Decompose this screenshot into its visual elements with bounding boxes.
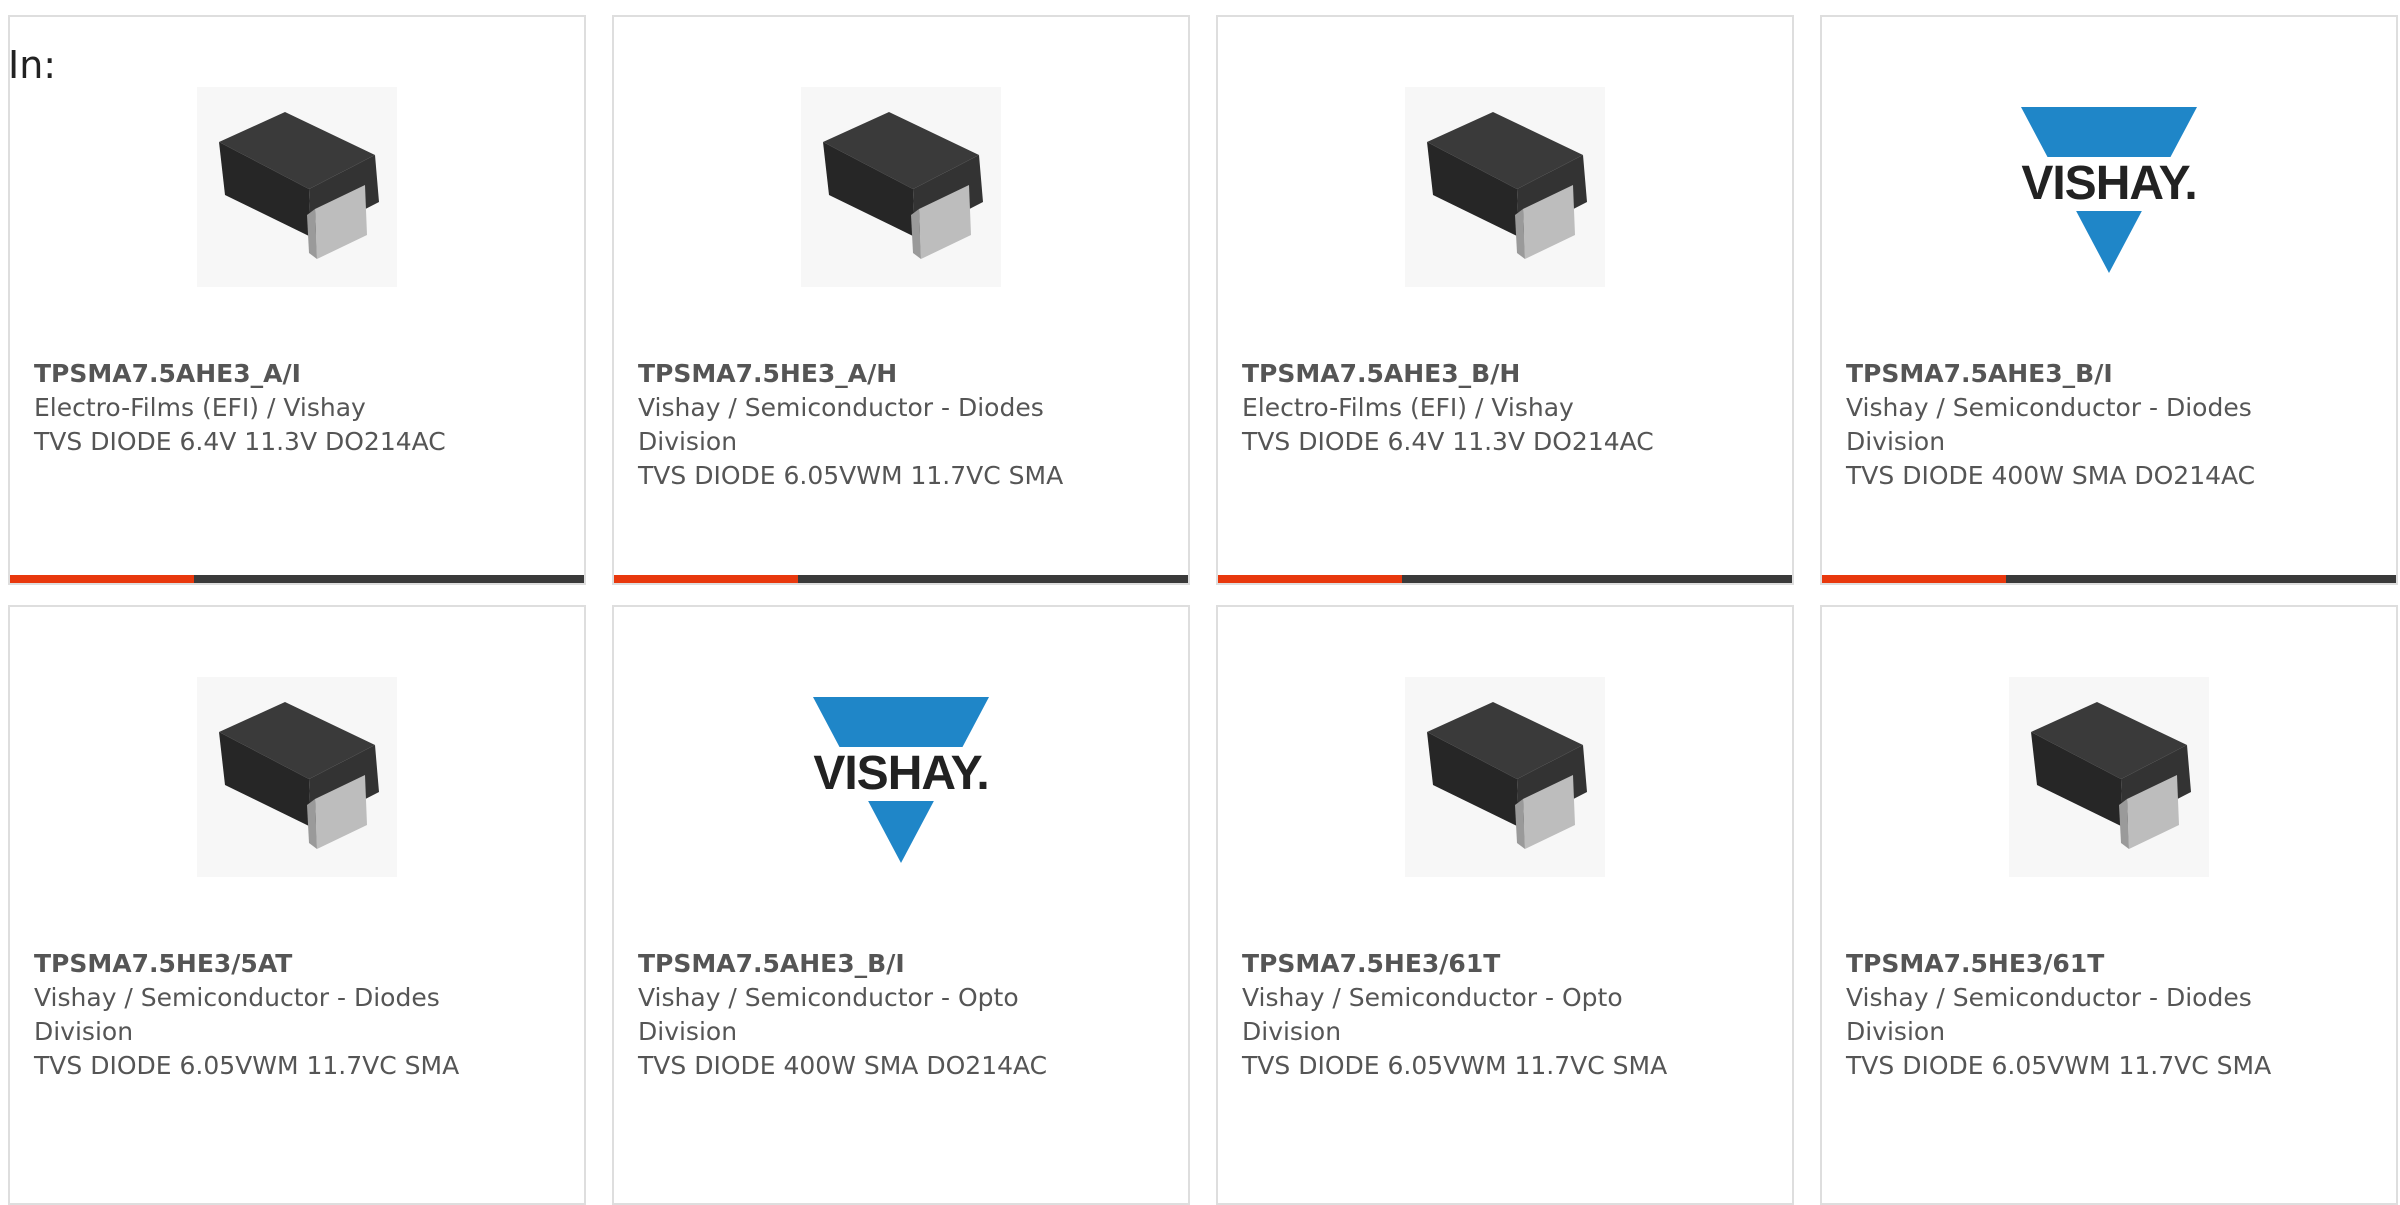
product-card[interactable]: TPSMA7.5AHE3_A/I Electro-Films (EFI) / Vi… [8, 15, 586, 585]
product-description: TVS DIODE 6.05VWM 11.7VC SMA [1242, 1051, 1668, 1080]
product-card[interactable]: TPSMA7.5HE3/61T Vishay / Semiconductor - … [1820, 605, 2398, 1205]
product-info: TPSMA7.5HE3/5AT Vishay / Semiconductor - … [34, 947, 560, 1083]
product-info: TPSMA7.5AHE3_B/I Vishay / Semiconductor -… [1846, 357, 2372, 493]
part-number-link[interactable]: TPSMA7.5AHE3_B/I [638, 947, 1164, 981]
part-number-link[interactable]: TPSMA7.5HE3/5AT [34, 947, 560, 981]
manufacturer-name: Electro-Films (EFI) / Vishay [1242, 393, 1574, 422]
product-description: TVS DIODE 400W SMA DO214AC [1846, 461, 2256, 490]
product-description: TVS DIODE 6.4V 11.3V DO214AC [1242, 427, 1654, 456]
card-bottom-bar [614, 575, 1188, 583]
manufacturer-name: Vishay / Semiconductor - Diodes Division [34, 983, 440, 1046]
product-info: TPSMA7.5HE3/61T Vishay / Semiconductor - … [1846, 947, 2372, 1083]
part-number-link[interactable]: TPSMA7.5AHE3_B/H [1242, 357, 1768, 391]
sma-diode-package-icon[interactable] [1405, 87, 1605, 287]
product-info: TPSMA7.5AHE3_A/I Electro-Films (EFI) / Vi… [34, 357, 560, 459]
product-card[interactable]: TPSMA7.5HE3/61T Vishay / Semiconductor - … [1216, 605, 1794, 1205]
card-accent-bar [1822, 575, 2006, 583]
manufacturer-name: Vishay / Semiconductor - Diodes Division [1846, 983, 2252, 1046]
card-accent-bar [10, 575, 194, 583]
product-card[interactable]: VISHAY. TPSMA7.5AHE3_B/I Vishay / Semicon… [612, 605, 1190, 1205]
product-description: TVS DIODE 6.05VWM 11.7VC SMA [1846, 1051, 2272, 1080]
part-number-link[interactable]: TPSMA7.5AHE3_A/I [34, 357, 560, 391]
product-card[interactable]: TPSMA7.5AHE3_B/H Electro-Films (EFI) / Vi… [1216, 15, 1794, 585]
product-card[interactable]: TPSMA7.5HE3/5AT Vishay / Semiconductor - … [8, 605, 586, 1205]
product-info: TPSMA7.5HE3/61T Vishay / Semiconductor - … [1242, 947, 1768, 1083]
card-bottom-bar [10, 575, 584, 583]
product-description: TVS DIODE 6.4V 11.3V DO214AC [34, 427, 446, 456]
part-number-link[interactable]: TPSMA7.5HE3/61T [1242, 947, 1768, 981]
manufacturer-name: Vishay / Semiconductor - Diodes Division [1846, 393, 2252, 456]
product-description: TVS DIODE 6.05VWM 11.7VC SMA [638, 461, 1064, 490]
product-card[interactable]: TPSMA7.5HE3_A/H Vishay / Semiconductor - … [612, 15, 1190, 585]
sma-diode-package-icon[interactable] [197, 87, 397, 287]
manufacturer-name: Vishay / Semiconductor - Opto Division [638, 983, 1019, 1046]
product-grid: TPSMA7.5AHE3_A/I Electro-Films (EFI) / Vi… [8, 15, 2398, 1205]
product-description: TVS DIODE 6.05VWM 11.7VC SMA [34, 1051, 460, 1080]
sma-diode-package-icon[interactable] [1405, 677, 1605, 877]
sma-diode-package-icon[interactable] [801, 87, 1001, 287]
card-bottom-bar [1822, 575, 2396, 583]
product-info: TPSMA7.5HE3_A/H Vishay / Semiconductor - … [638, 357, 1164, 493]
product-info: TPSMA7.5AHE3_B/I Vishay / Semiconductor -… [638, 947, 1164, 1083]
part-number-link[interactable]: TPSMA7.5AHE3_B/I [1846, 357, 2372, 391]
vishay-logo-icon[interactable]: VISHAY. [2009, 87, 2209, 287]
part-number-link[interactable]: TPSMA7.5HE3_A/H [638, 357, 1164, 391]
part-number-link[interactable]: TPSMA7.5HE3/61T [1846, 947, 2372, 981]
vishay-logo-icon[interactable]: VISHAY. [801, 677, 1001, 877]
card-accent-bar [1218, 575, 1402, 583]
vishay-logo-text: VISHAY. [813, 747, 988, 800]
card-bottom-bar [1218, 575, 1792, 583]
manufacturer-name: Electro-Films (EFI) / Vishay [34, 393, 366, 422]
sma-diode-package-icon[interactable] [2009, 677, 2209, 877]
vishay-logo-text: VISHAY. [2021, 157, 2196, 210]
product-info: TPSMA7.5AHE3_B/H Electro-Films (EFI) / Vi… [1242, 357, 1768, 459]
card-accent-bar [614, 575, 798, 583]
manufacturer-name: Vishay / Semiconductor - Diodes Division [638, 393, 1044, 456]
product-card[interactable]: VISHAY. TPSMA7.5AHE3_B/I Vishay / Semicon… [1820, 15, 2398, 585]
sma-diode-package-icon[interactable] [197, 677, 397, 877]
product-description: TVS DIODE 400W SMA DO214AC [638, 1051, 1048, 1080]
manufacturer-name: Vishay / Semiconductor - Opto Division [1242, 983, 1623, 1046]
in-label: In: [8, 43, 57, 87]
